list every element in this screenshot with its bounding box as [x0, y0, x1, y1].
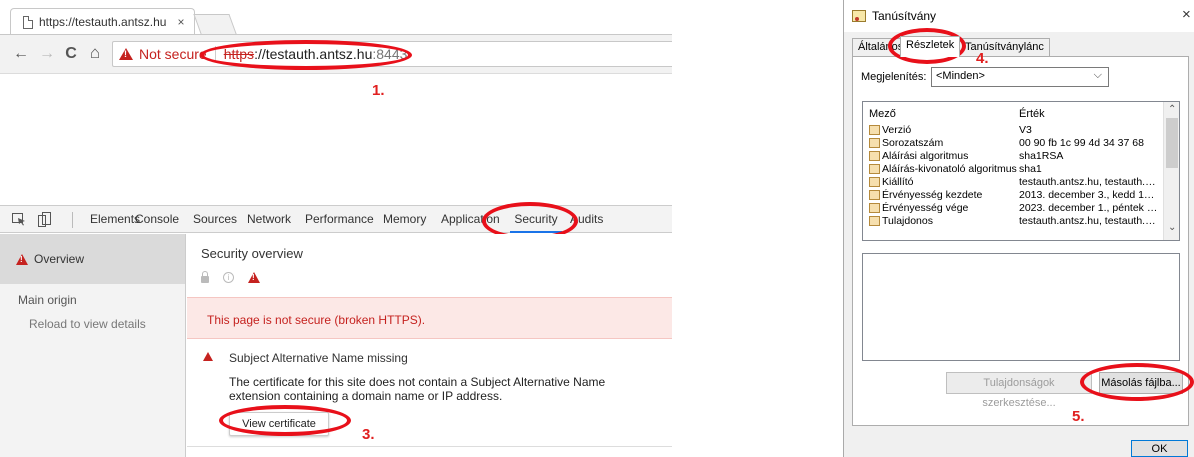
security-state-icons: i	[201, 271, 260, 283]
annotation-ellipse-view-certificate	[219, 405, 351, 436]
list-item[interactable]: Érvényesség vége 2023. december 1., pénte…	[863, 202, 1163, 215]
field-name: Sorozatszám	[882, 137, 944, 149]
field-icon	[869, 151, 880, 161]
field-name: Érvényesség vége	[882, 202, 969, 214]
divider	[187, 446, 672, 447]
device-toolbar-icon[interactable]	[38, 212, 51, 227]
field-icon	[869, 216, 880, 226]
column-header-field[interactable]: Mező	[869, 108, 896, 120]
scrollbar-thumb[interactable]	[1166, 118, 1178, 168]
show-label: Megjelenítés:	[861, 71, 927, 83]
devtools-tab-elements[interactable]: Elements	[90, 206, 140, 233]
dialog-titlebar: Tanúsítvány ×	[844, 0, 1194, 32]
annotation-ellipse-copy-to-file	[1080, 363, 1194, 401]
home-icon[interactable]: ⌂	[86, 43, 104, 63]
show-dropdown[interactable]: <Minden> ⌵	[931, 67, 1109, 87]
page-icon	[23, 15, 33, 29]
certificate-icon	[852, 10, 866, 22]
warning-icon	[16, 253, 28, 265]
field-value: 2013. december 3., kedd 16:5...	[1019, 189, 1159, 201]
dialog-title: Tanúsítvány	[872, 9, 937, 23]
warning-icon	[248, 272, 260, 283]
field-value: testauth.antsz.hu, testauth.a...	[1019, 176, 1159, 188]
list-item[interactable]: Sorozatszám 00 90 fb 1c 99 4d 34 37 68	[863, 137, 1163, 150]
annotation-step-4: 4.	[976, 50, 989, 67]
dialog-close-icon[interactable]: ×	[1182, 6, 1191, 23]
scroll-up-icon[interactable]: ⌃	[1168, 104, 1176, 115]
field-icon	[869, 177, 880, 187]
sidebar-main-origin-heading: Main origin	[18, 293, 77, 307]
browser-tab[interactable]: https://testauth.antsz.hu ×	[10, 8, 195, 35]
field-name: Kiállító	[882, 176, 914, 188]
sidebar-item-overview[interactable]: Overview	[0, 234, 185, 284]
list-item[interactable]: Érvényesség kezdete 2013. december 3., ke…	[863, 189, 1163, 202]
warning-icon[interactable]	[119, 48, 133, 60]
sidebar-overview-label: Overview	[34, 252, 85, 266]
devtools-tab-network[interactable]: Network	[247, 206, 291, 233]
info-icon: i	[223, 272, 234, 283]
tab-certification-path[interactable]: Tanúsítványlánc	[959, 38, 1050, 56]
tab-details[interactable]: Részletek	[900, 36, 961, 57]
field-icon	[869, 190, 880, 200]
chevron-down-icon: ⌵	[1093, 69, 1102, 81]
devtools-tab-memory[interactable]: Memory	[383, 206, 426, 233]
new-tab-button[interactable]	[193, 14, 237, 34]
devtools-tab-console[interactable]: Console	[135, 206, 179, 233]
scroll-down-icon[interactable]: ⌄	[1168, 222, 1176, 233]
warning-icon	[203, 352, 213, 361]
field-value: testauth.antsz.hu, testauth.a...	[1019, 215, 1159, 227]
lock-icon	[201, 271, 209, 283]
field-value: sha1RSA	[1019, 150, 1064, 162]
annotation-step-5: 5.	[1072, 408, 1085, 425]
field-icon	[869, 164, 880, 174]
list-scrollbar[interactable]: ⌃ ⌄	[1163, 102, 1179, 240]
field-icon	[869, 138, 880, 148]
forward-arrow-icon[interactable]: →	[38, 45, 56, 63]
fields-list[interactable]: Mező Érték Verzió V3 Sorozatszám 00 90 fb …	[862, 101, 1180, 241]
devtools-tab-performance[interactable]: Performance	[305, 206, 374, 233]
annotation-step-1: 1.	[372, 82, 385, 99]
list-item[interactable]: Verzió V3	[863, 124, 1163, 137]
san-issue-title: Subject Alternative Name missing	[229, 351, 408, 365]
list-item[interactable]: Aláírási algoritmus sha1RSA	[863, 150, 1163, 163]
field-name: Aláírás-kivonatoló algoritmus	[882, 163, 1017, 175]
reload-icon[interactable]: C	[62, 45, 80, 63]
field-value: 2023. december 1., péntek 16...	[1019, 202, 1159, 214]
annotation-ellipse-url	[200, 40, 412, 70]
tab-close-icon[interactable]: ×	[174, 15, 188, 29]
list-item[interactable]: Aláírás-kivonatoló algoritmus sha1	[863, 163, 1163, 176]
field-value: 00 90 fb 1c 99 4d 34 37 68	[1019, 137, 1144, 149]
security-sidebar: Overview Main origin Reload to view deta…	[0, 234, 186, 457]
list-header: Mező Érték	[863, 102, 1163, 124]
list-item[interactable]: Tulajdonos testauth.antsz.hu, testauth.a.…	[863, 215, 1163, 228]
field-icon	[869, 203, 880, 213]
field-value: sha1	[1019, 163, 1042, 175]
tab-title: https://testauth.antsz.hu	[39, 15, 167, 29]
field-name: Aláírási algoritmus	[882, 150, 969, 162]
san-issue-description: The certificate for this site does not c…	[229, 375, 606, 403]
show-dropdown-value: <Minden>	[936, 70, 985, 82]
devtools-tab-sources[interactable]: Sources	[193, 206, 237, 233]
field-name: Tulajdonos	[882, 215, 933, 227]
edit-properties-button[interactable]: Tulajdonságok szerkesztése...	[946, 372, 1092, 409]
field-value: V3	[1019, 124, 1032, 136]
field-detail-box[interactable]	[862, 253, 1180, 361]
browser-tabstrip: https://testauth.antsz.hu ×	[0, 0, 672, 35]
field-icon	[869, 125, 880, 135]
back-arrow-icon[interactable]: ←	[12, 45, 30, 63]
inspect-element-icon[interactable]	[12, 213, 26, 226]
devtools-divider	[72, 212, 73, 228]
not-secure-label[interactable]: Not secure	[139, 46, 207, 62]
insecure-banner: This page is not secure (broken HTTPS).	[187, 297, 672, 339]
security-overview-title: Security overview	[201, 246, 303, 261]
field-name: Érvényesség kezdete	[882, 189, 983, 201]
annotation-step-3: 3.	[362, 426, 375, 443]
field-name: Verzió	[882, 124, 912, 136]
sidebar-item-reload-hint[interactable]: Reload to view details	[29, 317, 146, 331]
list-item[interactable]: Kiállító testauth.antsz.hu, testauth.a...	[863, 176, 1163, 189]
ok-button[interactable]: OK	[1131, 440, 1188, 457]
column-header-value[interactable]: Érték	[1019, 108, 1045, 120]
